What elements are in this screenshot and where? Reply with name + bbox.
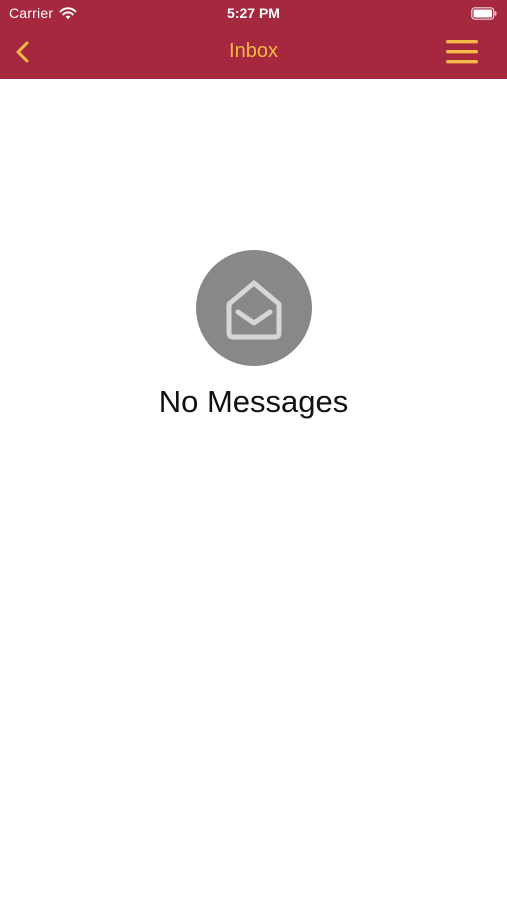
empty-state-badge [195, 250, 312, 366]
page-title: Inbox [229, 40, 278, 62]
app-header: Carrier 5:27 PM Inbox [0, 0, 507, 79]
status-bar: Carrier 5:27 PM [0, 0, 507, 28]
empty-state: No Messages [0, 250, 507, 420]
navigation-bar: Inbox [0, 28, 507, 79]
battery-icon [471, 7, 497, 20]
empty-state-message: No Messages [158, 384, 349, 419]
open-envelope-icon [226, 280, 281, 340]
status-time: 5:27 PM [227, 5, 280, 21]
hamburger-menu-icon [446, 40, 478, 64]
menu-button[interactable] [445, 38, 481, 66]
